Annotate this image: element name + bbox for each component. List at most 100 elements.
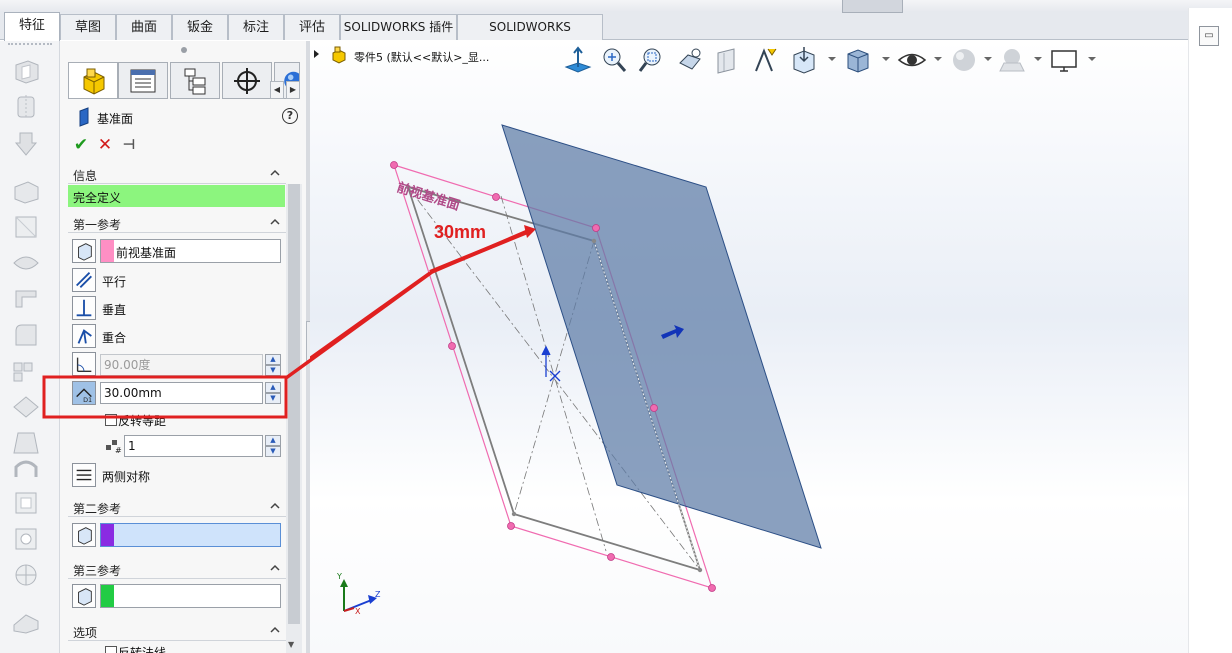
tab-solidworks-inspection[interactable]: SOLIDWORKS Inspection	[457, 14, 603, 59]
handle-point[interactable]	[390, 161, 398, 169]
perpendicular-icon[interactable]	[72, 296, 96, 320]
task-pane-strip: ▭	[1188, 8, 1232, 653]
tab-dimxpert-manager[interactable]	[222, 62, 272, 99]
tab-property-manager[interactable]	[118, 62, 168, 99]
tabs-scroll-right[interactable]: ▶	[286, 81, 300, 99]
chevron-up-icon	[270, 502, 280, 509]
svg-text:#: #	[115, 446, 122, 454]
property-manager: ◀ ▶ 基准面 ? ✔ ✕ ⊣ 信息 完全定义 第一参考 前视基准面 平行 垂直…	[60, 41, 308, 653]
revolved-boss-icon[interactable]	[10, 93, 42, 121]
section-third-reference-label: 第三参考	[73, 564, 122, 578]
fillet-icon[interactable]	[10, 321, 42, 349]
offset-distance-icon[interactable]: D1	[72, 381, 96, 405]
handle-point[interactable]	[448, 342, 456, 350]
panel-collapse-handle[interactable]	[181, 47, 187, 53]
chevron-down-icon[interactable]: ▼	[288, 640, 294, 649]
view-triad[interactable]: Y Z X	[336, 572, 381, 616]
angle-spinner[interactable]: ▲ ▼	[265, 354, 281, 376]
revolved-cut-icon[interactable]	[10, 249, 42, 277]
offset-distance-spinner[interactable]: ▲ ▼	[265, 382, 281, 404]
close-icon[interactable]: ✕	[96, 136, 114, 154]
model-scene[interactable]: 前视基准面 30mm Y Z X	[310, 41, 1188, 653]
plane-count-spinner[interactable]: ▲ ▼	[265, 435, 281, 457]
shell-icon[interactable]	[10, 455, 42, 483]
swept-cut-icon[interactable]	[10, 285, 42, 313]
tab-evaluate[interactable]: 评估	[284, 14, 340, 40]
origin-marker[interactable]	[541, 345, 561, 382]
tabs-scroll-left[interactable]: ◀	[270, 81, 284, 99]
extruded-boss-icon[interactable]	[10, 57, 42, 85]
rib-icon[interactable]	[10, 393, 42, 421]
feature-icon-rail	[0, 41, 60, 653]
tab-sketch[interactable]: 草图	[60, 14, 116, 40]
handle-point[interactable]	[708, 584, 716, 592]
chevron-up-icon	[270, 564, 280, 571]
section-third-reference-header[interactable]: 第三参考	[68, 559, 286, 579]
checkmark-icon[interactable]: ✔	[72, 136, 90, 154]
flip-normal-label: 反转法线	[118, 646, 167, 653]
first-reference-selection[interactable]: 前视基准面	[100, 239, 281, 263]
section-options-header[interactable]: 选项	[68, 621, 286, 641]
tab-surfaces[interactable]: 曲面	[116, 14, 172, 40]
offset-plane-preview[interactable]	[501, 124, 822, 549]
tab-configuration-manager[interactable]	[170, 62, 220, 99]
section-second-reference-header[interactable]: 第二参考	[68, 497, 286, 517]
first-reference-swatch	[101, 240, 114, 262]
tab-solidworks-addins[interactable]: SOLIDWORKS 插件	[340, 14, 457, 40]
restore-window-icon[interactable]: ▭	[1199, 26, 1219, 46]
rail-grip	[8, 43, 52, 45]
angle-icon[interactable]	[72, 352, 96, 376]
reference-face-icon	[72, 523, 96, 547]
plane-count-icon: #	[106, 440, 122, 454]
panel-scrollbar-thumb[interactable]	[288, 184, 300, 624]
coincident-icon[interactable]	[72, 324, 96, 348]
handle-point[interactable]	[492, 193, 500, 201]
tab-dimensions[interactable]: 标注	[228, 14, 284, 40]
part-icon	[83, 68, 105, 95]
swept-boss-icon[interactable]	[10, 129, 42, 157]
tab-feature-manager[interactable]	[68, 62, 118, 99]
tab-features[interactable]: 特征	[4, 12, 60, 41]
section-info-header[interactable]: 信息	[68, 164, 286, 184]
plane-count-input[interactable]: 1	[124, 435, 263, 457]
mid-plane-icon[interactable]	[72, 463, 96, 487]
curves-icon[interactable]	[10, 607, 42, 635]
panel-scrollbar[interactable]: ▼	[286, 184, 302, 653]
reference-geometry-icon[interactable]	[10, 561, 42, 589]
extruded-cut-icon[interactable]	[10, 177, 42, 205]
draft-icon[interactable]	[10, 429, 42, 457]
triad-z-label: Z	[375, 590, 381, 599]
status-badge: 完全定义	[68, 185, 285, 207]
corner-point	[591, 238, 597, 244]
pin-icon[interactable]: ⊣	[120, 136, 138, 154]
tab-sheet-metal[interactable]: 钣金	[172, 14, 228, 40]
flip-normal-checkbox[interactable]	[105, 646, 117, 653]
svg-text:D1: D1	[83, 396, 92, 404]
intersect-icon[interactable]	[10, 525, 42, 553]
wrap-icon[interactable]	[10, 489, 42, 517]
property-list-icon	[130, 69, 156, 92]
handle-point[interactable]	[650, 404, 658, 412]
second-reference-selection[interactable]	[100, 523, 281, 547]
parallel-icon[interactable]	[72, 268, 96, 292]
handle-point[interactable]	[607, 553, 615, 561]
offset-distance-input[interactable]: 30.00mm	[100, 382, 263, 404]
mid-plane-label: 两侧对称	[102, 470, 151, 484]
origin-arrowhead	[541, 345, 551, 356]
second-reference-swatch	[101, 524, 114, 546]
linear-pattern-icon[interactable]	[10, 357, 42, 385]
angle-input[interactable]: 90.00度	[100, 354, 263, 376]
option-parallel-label: 平行	[102, 275, 127, 289]
reference-face-icon	[72, 239, 96, 263]
handle-point[interactable]	[592, 224, 600, 232]
help-icon[interactable]: ?	[282, 108, 298, 124]
handle-point[interactable]	[507, 522, 515, 530]
reference-face-icon	[72, 584, 96, 608]
graphics-area[interactable]: 零件5 (默认<<默认>_显... 前视基准面 30mm Y Z X	[310, 41, 1188, 653]
option-perpendicular-label: 垂直	[102, 303, 127, 317]
triad-y-label: Y	[336, 572, 342, 581]
flip-offset-checkbox[interactable]	[105, 414, 117, 426]
hole-wizard-icon[interactable]	[10, 213, 42, 241]
section-first-reference-header[interactable]: 第一参考	[68, 213, 286, 233]
third-reference-selection[interactable]	[100, 584, 281, 608]
